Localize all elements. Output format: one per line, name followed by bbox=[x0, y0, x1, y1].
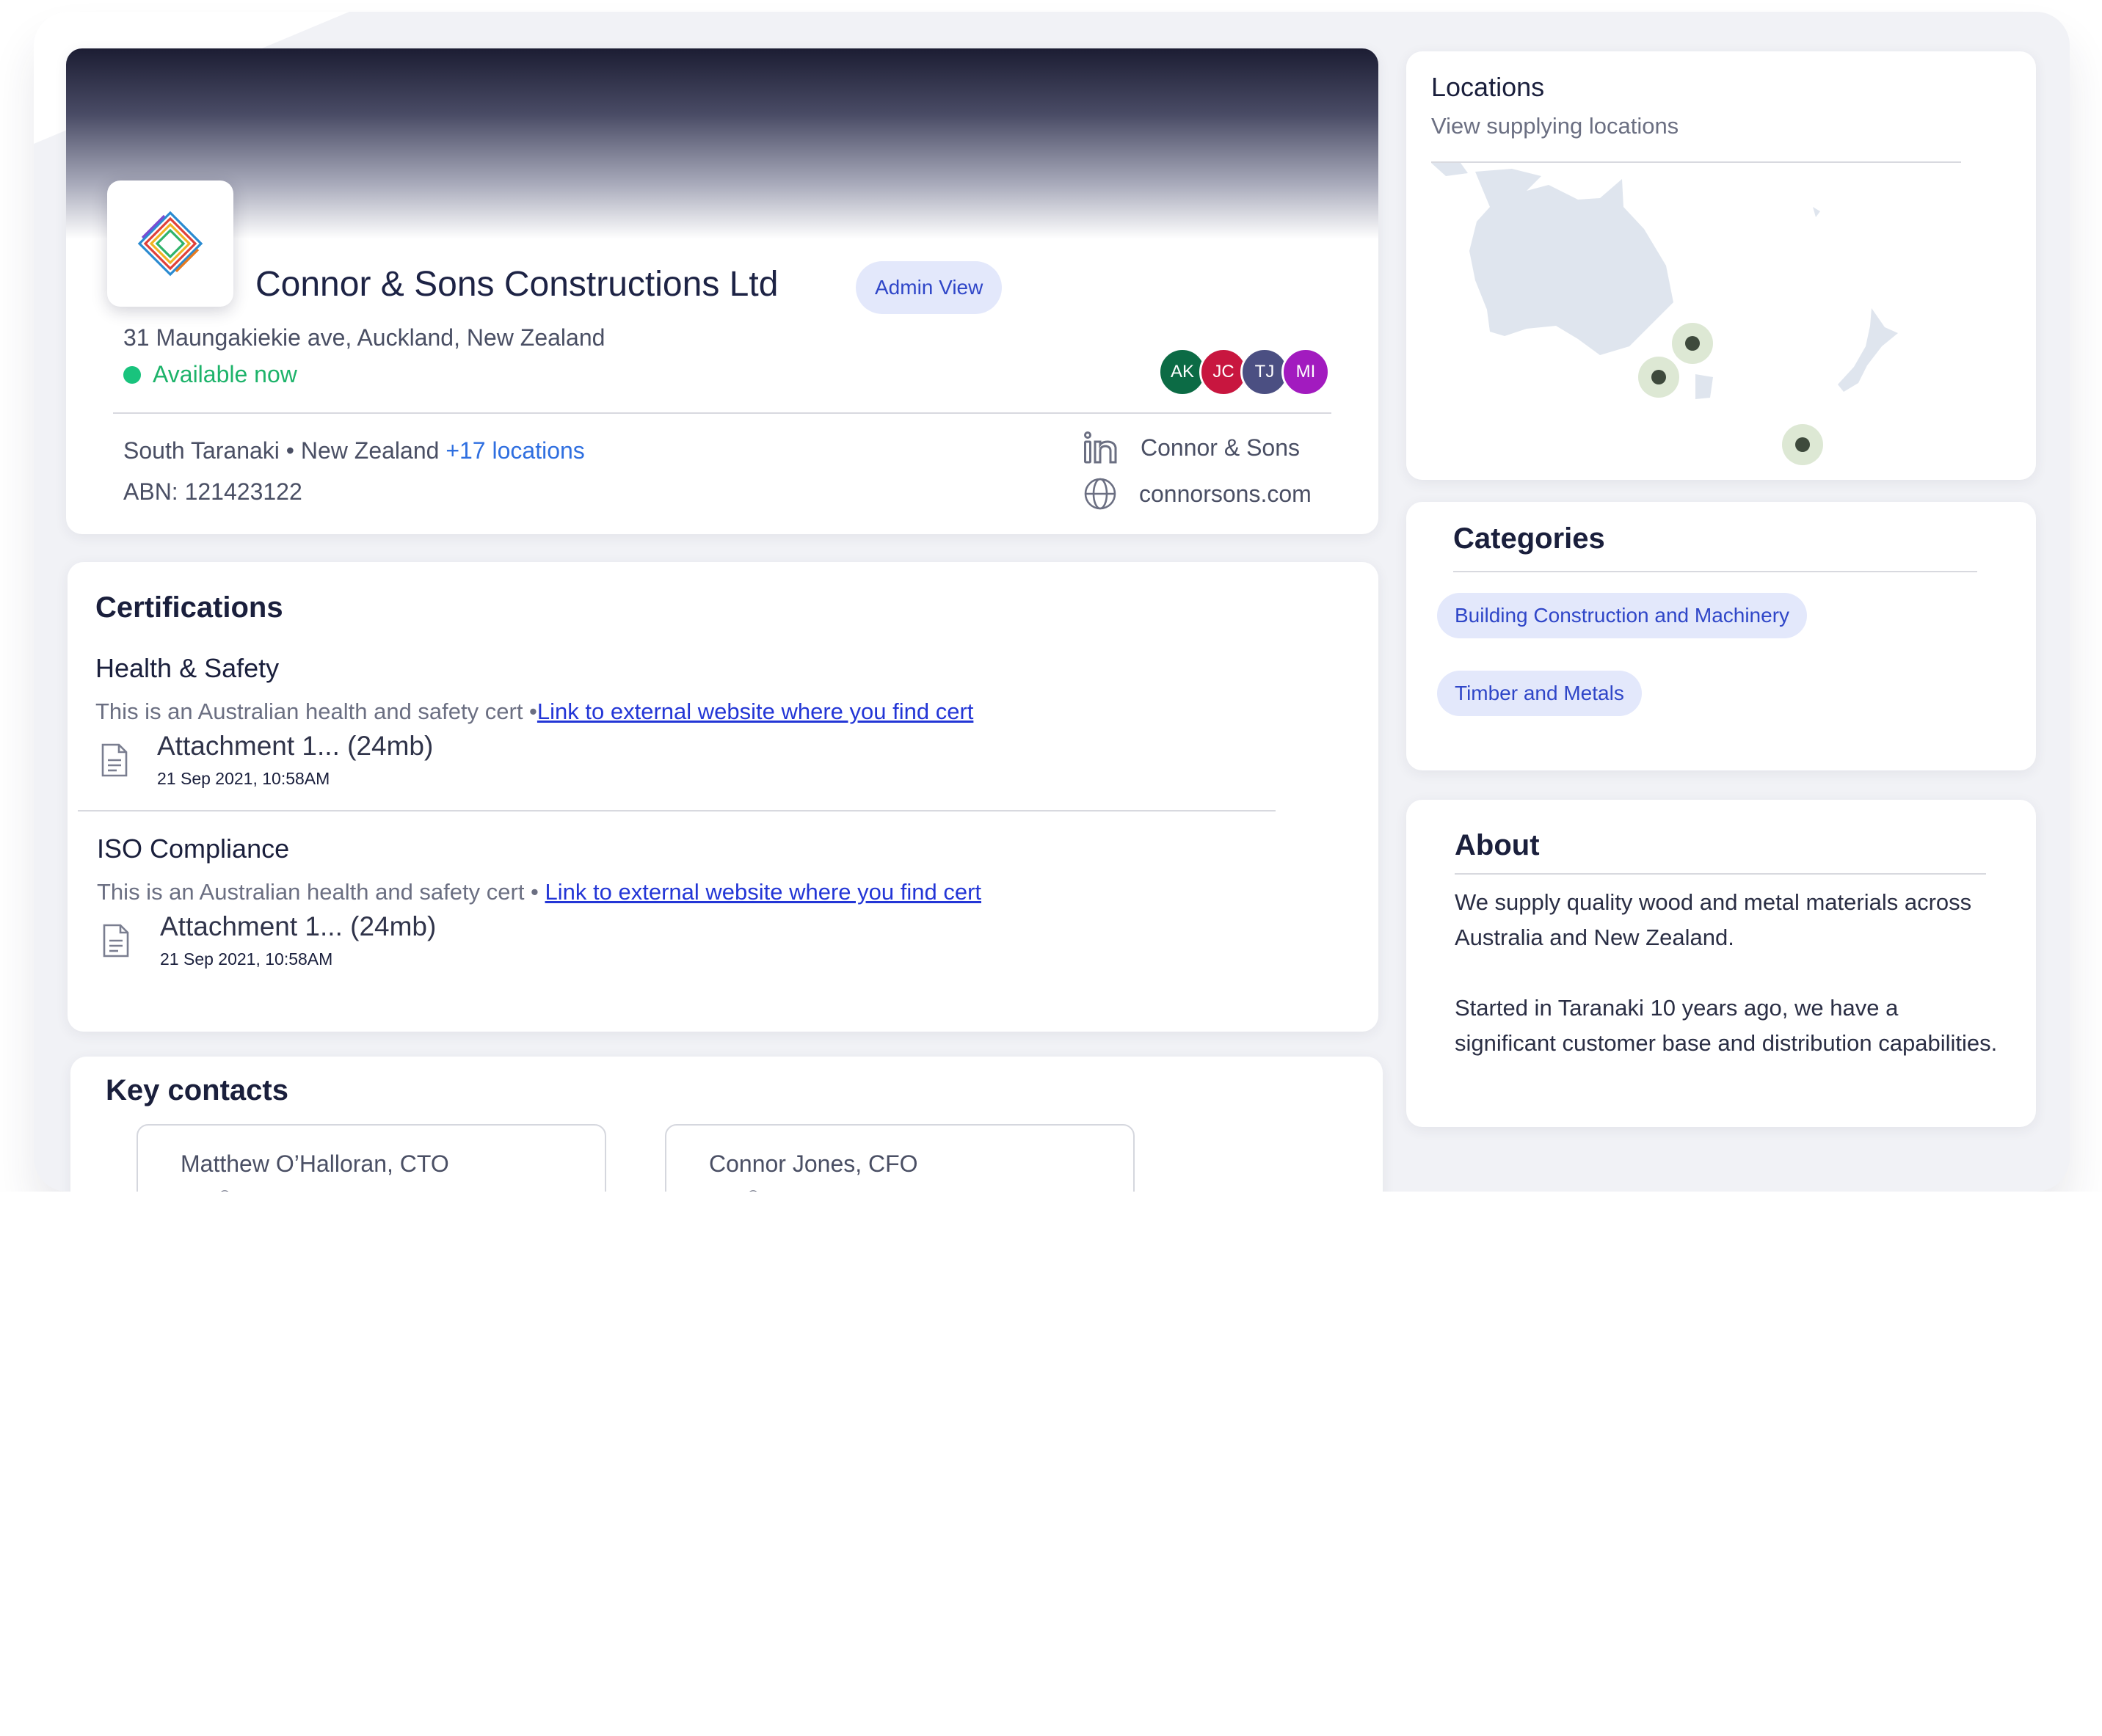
about-description: We supply quality wood and metal materia… bbox=[1455, 885, 1998, 1061]
locations-subtitle: View supplying locations bbox=[1431, 113, 1679, 139]
company-name: Connor & Sons Constructions Ltd bbox=[255, 265, 779, 304]
certifications-title: Certifications bbox=[95, 591, 283, 624]
contact-name: Connor Jones, CFO bbox=[709, 1150, 918, 1177]
map-australia bbox=[1469, 169, 1673, 355]
website-link[interactable]: connorsons.com bbox=[1083, 477, 1312, 511]
contact-name: Matthew O’Halloran, CTO bbox=[181, 1150, 449, 1177]
attachment-date: 21 Sep 2021, 10:58AM bbox=[157, 769, 330, 788]
locations-title: Locations bbox=[1431, 72, 1545, 102]
cert-description-text: This is an Australian health and safety … bbox=[97, 879, 539, 905]
header-banner bbox=[66, 48, 1378, 239]
availability-label: Available now bbox=[153, 361, 297, 387]
location-marker[interactable] bbox=[1782, 424, 1823, 465]
categories-card: Categories Building Construction and Mac… bbox=[1406, 502, 2036, 770]
attachment-link[interactable]: Attachment 1... (24mb) bbox=[157, 731, 433, 762]
location-marker[interactable] bbox=[1638, 357, 1679, 398]
cert-external-link[interactable]: Link to external website where you find … bbox=[537, 699, 973, 724]
more-locations-link[interactable]: +17 locations bbox=[446, 437, 584, 464]
company-header-card: Connor & Sons Constructions Ltd Admin Vi… bbox=[66, 48, 1378, 534]
location-marker[interactable] bbox=[1672, 323, 1713, 364]
map-tasmania bbox=[1695, 374, 1713, 399]
cert-description-text: This is an Australian health and safety … bbox=[95, 699, 537, 724]
cert-description: This is an Australian health and safety … bbox=[95, 699, 973, 725]
key-contacts-title: Key contacts bbox=[106, 1074, 288, 1106]
linkedin-label: Connor & Sons bbox=[1141, 434, 1301, 461]
document-icon bbox=[103, 924, 129, 958]
category-tag[interactable]: Building Construction and Machinery bbox=[1437, 593, 1808, 638]
company-abn: ABN: 121423122 bbox=[123, 478, 302, 505]
divider bbox=[113, 412, 1331, 414]
linkedin-icon bbox=[1084, 431, 1117, 464]
avatar[interactable]: MI bbox=[1281, 348, 1330, 396]
map-new-zealand bbox=[1838, 308, 1898, 392]
divider bbox=[1455, 873, 1986, 875]
company-logo-icon bbox=[137, 211, 203, 277]
certifications-card: Certifications Health & Safety This is a… bbox=[68, 562, 1378, 1032]
divider bbox=[1453, 571, 1977, 572]
linkedin-link[interactable]: Connor & Sons bbox=[1083, 431, 1300, 464]
cert-heading: ISO Compliance bbox=[97, 834, 290, 864]
region-label: South Taranaki • New Zealand bbox=[123, 437, 440, 464]
attachment-date: 21 Sep 2021, 10:58AM bbox=[160, 949, 333, 969]
company-logo bbox=[107, 180, 233, 307]
status-dot-icon bbox=[123, 365, 141, 384]
globe-icon bbox=[1084, 478, 1116, 510]
categories-title: Categories bbox=[1453, 522, 1605, 555]
about-title: About bbox=[1455, 829, 1540, 861]
locations-map[interactable] bbox=[1431, 163, 1989, 471]
cert-description: This is an Australian health and safety … bbox=[97, 879, 981, 905]
page-background bbox=[0, 1192, 2102, 1736]
category-tag[interactable]: Timber and Metals bbox=[1437, 671, 1642, 716]
cert-heading: Health & Safety bbox=[95, 653, 280, 683]
company-address: 31 Maungakiekie ave, Auckland, New Zeala… bbox=[123, 324, 605, 351]
admin-view-button[interactable]: Admin View bbox=[856, 261, 1003, 314]
map-island bbox=[1813, 207, 1820, 217]
website-label: connorsons.com bbox=[1139, 480, 1312, 507]
about-paragraph: We supply quality wood and metal materia… bbox=[1455, 889, 1972, 950]
map-island bbox=[1431, 163, 1468, 176]
divider bbox=[78, 810, 1276, 812]
document-icon bbox=[101, 743, 128, 777]
cert-external-link[interactable]: Link to external website where you find … bbox=[545, 879, 981, 905]
locations-card: Locations View supplying locations bbox=[1406, 51, 2036, 480]
team-avatars: AK JC TJ MI bbox=[1158, 348, 1330, 396]
availability-status: Available now bbox=[123, 361, 297, 388]
about-card: About We supply quality wood and metal m… bbox=[1406, 800, 2036, 1127]
attachment-link[interactable]: Attachment 1... (24mb) bbox=[160, 911, 436, 942]
company-region: South Taranaki • New Zealand +17 locatio… bbox=[123, 437, 585, 464]
about-paragraph: Started in Taranaki 10 years ago, we hav… bbox=[1455, 995, 1998, 1056]
